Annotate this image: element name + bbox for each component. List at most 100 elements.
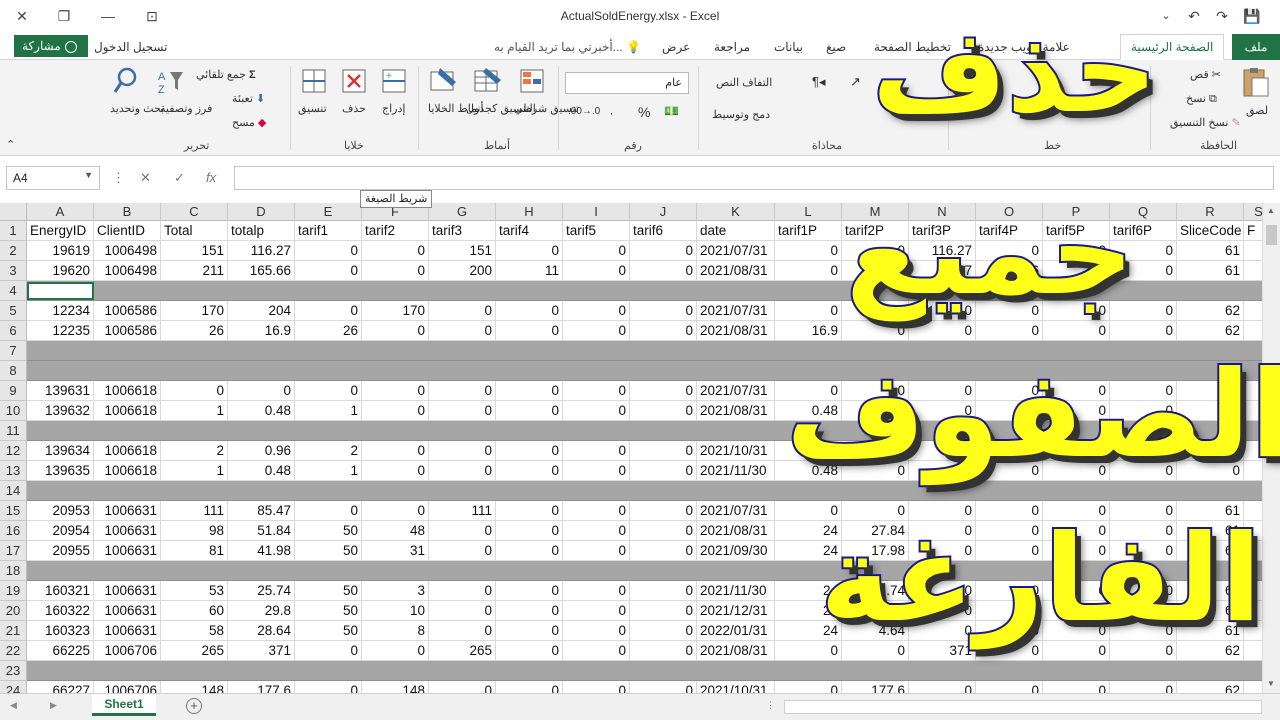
table-cell[interactable]: 2: [295, 441, 362, 461]
table-cell[interactable]: 0: [630, 601, 697, 621]
table-cell[interactable]: 0: [496, 501, 563, 521]
table-cell[interactable]: 0: [429, 681, 496, 693]
decrease-decimal-button[interactable]: .00→.0: [568, 106, 600, 117]
table-cell[interactable]: 0: [1043, 321, 1110, 341]
table-cell[interactable]: 0: [630, 541, 697, 561]
sort-filter-button[interactable]: فرز وتصفية: [160, 102, 212, 115]
find-select-button[interactable]: بحث وتحديد: [110, 102, 164, 115]
table-cell[interactable]: 0: [362, 461, 429, 481]
header-cell[interactable]: tarif4: [496, 221, 563, 241]
table-cell[interactable]: 16.9: [775, 321, 842, 341]
table-cell[interactable]: 60: [161, 601, 228, 621]
table-cell[interactable]: 200: [429, 261, 496, 281]
table-cell[interactable]: 116.27: [228, 241, 295, 261]
table-cell[interactable]: 0: [909, 681, 976, 693]
table-cell[interactable]: 0: [362, 381, 429, 401]
table-cell[interactable]: 0: [295, 381, 362, 401]
tab-file[interactable]: ملف: [1232, 34, 1280, 60]
table-cell[interactable]: 20954: [27, 521, 94, 541]
table-cell[interactable]: 2021/08/31: [697, 261, 775, 281]
row-header[interactable]: 12: [0, 441, 27, 461]
autosum-button[interactable]: جمع تلقائي Σ: [196, 68, 256, 81]
table-cell[interactable]: 0: [775, 301, 842, 321]
table-cell[interactable]: 0: [496, 321, 563, 341]
table-cell[interactable]: 0: [496, 541, 563, 561]
table-cell[interactable]: 81: [161, 541, 228, 561]
table-cell[interactable]: 2021/07/31: [697, 241, 775, 261]
header-cell[interactable]: tarif1P: [775, 221, 842, 241]
table-cell[interactable]: 0: [496, 581, 563, 601]
table-cell[interactable]: 0.96: [228, 441, 295, 461]
table-cell[interactable]: 0: [295, 241, 362, 261]
row-header[interactable]: 11: [0, 421, 27, 441]
tab-split-handle[interactable]: ⋮: [766, 700, 775, 711]
table-cell[interactable]: 62: [1177, 321, 1244, 341]
table-cell[interactable]: 0: [228, 381, 295, 401]
table-cell[interactable]: 2021/08/31: [697, 321, 775, 341]
table-cell[interactable]: 2021/07/31: [697, 301, 775, 321]
cancel-icon[interactable]: ✕: [140, 170, 151, 186]
row-header[interactable]: 7: [0, 341, 27, 361]
table-cell[interactable]: 16.9: [228, 321, 295, 341]
table-cell[interactable]: 0: [496, 641, 563, 661]
table-cell[interactable]: 0: [429, 621, 496, 641]
currency-button[interactable]: 💵: [664, 104, 679, 118]
table-cell[interactable]: 371: [228, 641, 295, 661]
table-cell[interactable]: 0: [429, 401, 496, 421]
table-cell[interactable]: 0: [630, 301, 697, 321]
table-cell[interactable]: 0: [295, 501, 362, 521]
table-cell[interactable]: 1006618: [94, 441, 161, 461]
table-cell[interactable]: 0: [630, 261, 697, 281]
table-cell[interactable]: 170: [161, 301, 228, 321]
table-cell[interactable]: 0: [630, 321, 697, 341]
table-cell[interactable]: 0: [976, 681, 1043, 693]
column-header[interactable]: K: [697, 203, 775, 221]
table-cell[interactable]: 0: [496, 521, 563, 541]
row-header[interactable]: 2: [0, 241, 27, 261]
row-header[interactable]: 9: [0, 381, 27, 401]
row-header[interactable]: 3: [0, 261, 27, 281]
table-cell[interactable]: 0: [496, 441, 563, 461]
tab-review[interactable]: مراجعة: [714, 40, 750, 54]
collapse-ribbon-icon[interactable]: ⌃: [6, 138, 15, 151]
table-cell[interactable]: 0: [429, 521, 496, 541]
table-cell[interactable]: 0: [563, 521, 630, 541]
table-cell[interactable]: 0: [1110, 321, 1177, 341]
table-cell[interactable]: 2022/01/31: [697, 621, 775, 641]
table-cell[interactable]: 0: [563, 541, 630, 561]
table-cell[interactable]: 2021/12/31: [697, 601, 775, 621]
table-cell[interactable]: 0: [842, 321, 909, 341]
table-cell[interactable]: 0: [496, 461, 563, 481]
table-cell[interactable]: 111: [161, 501, 228, 521]
wrap-text-button[interactable]: التفاف النص: [716, 76, 772, 89]
column-header[interactable]: E: [295, 203, 362, 221]
table-cell[interactable]: 139635: [27, 461, 94, 481]
table-cell[interactable]: 0: [362, 321, 429, 341]
table-cell[interactable]: 2021/10/31: [697, 441, 775, 461]
column-header[interactable]: A: [27, 203, 94, 221]
table-cell[interactable]: 20953: [27, 501, 94, 521]
table-cell[interactable]: 1006618: [94, 401, 161, 421]
table-cell[interactable]: 12234: [27, 301, 94, 321]
save-icon[interactable]: 💾: [1238, 4, 1266, 28]
table-cell[interactable]: 50: [295, 621, 362, 641]
table-cell[interactable]: 0: [630, 681, 697, 693]
table-cell[interactable]: 0: [496, 241, 563, 261]
table-cell[interactable]: 0: [362, 441, 429, 461]
undo-icon[interactable]: ↶: [1180, 4, 1208, 28]
header-cell[interactable]: tarif1: [295, 221, 362, 241]
table-cell[interactable]: 0: [630, 381, 697, 401]
table-cell[interactable]: 0: [563, 301, 630, 321]
header-cell[interactable]: SliceCode: [1177, 221, 1244, 241]
column-header[interactable]: D: [228, 203, 295, 221]
table-cell[interactable]: 31: [362, 541, 429, 561]
table-cell[interactable]: 0: [630, 501, 697, 521]
table-cell[interactable]: 0.48: [228, 461, 295, 481]
table-cell[interactable]: 0: [630, 581, 697, 601]
table-cell[interactable]: 1006706: [94, 681, 161, 693]
table-cell[interactable]: 1006631: [94, 501, 161, 521]
table-cell[interactable]: 58: [161, 621, 228, 641]
table-cell[interactable]: 0: [563, 321, 630, 341]
table-cell[interactable]: 0: [563, 461, 630, 481]
horizontal-scrollbar[interactable]: [784, 700, 1262, 714]
